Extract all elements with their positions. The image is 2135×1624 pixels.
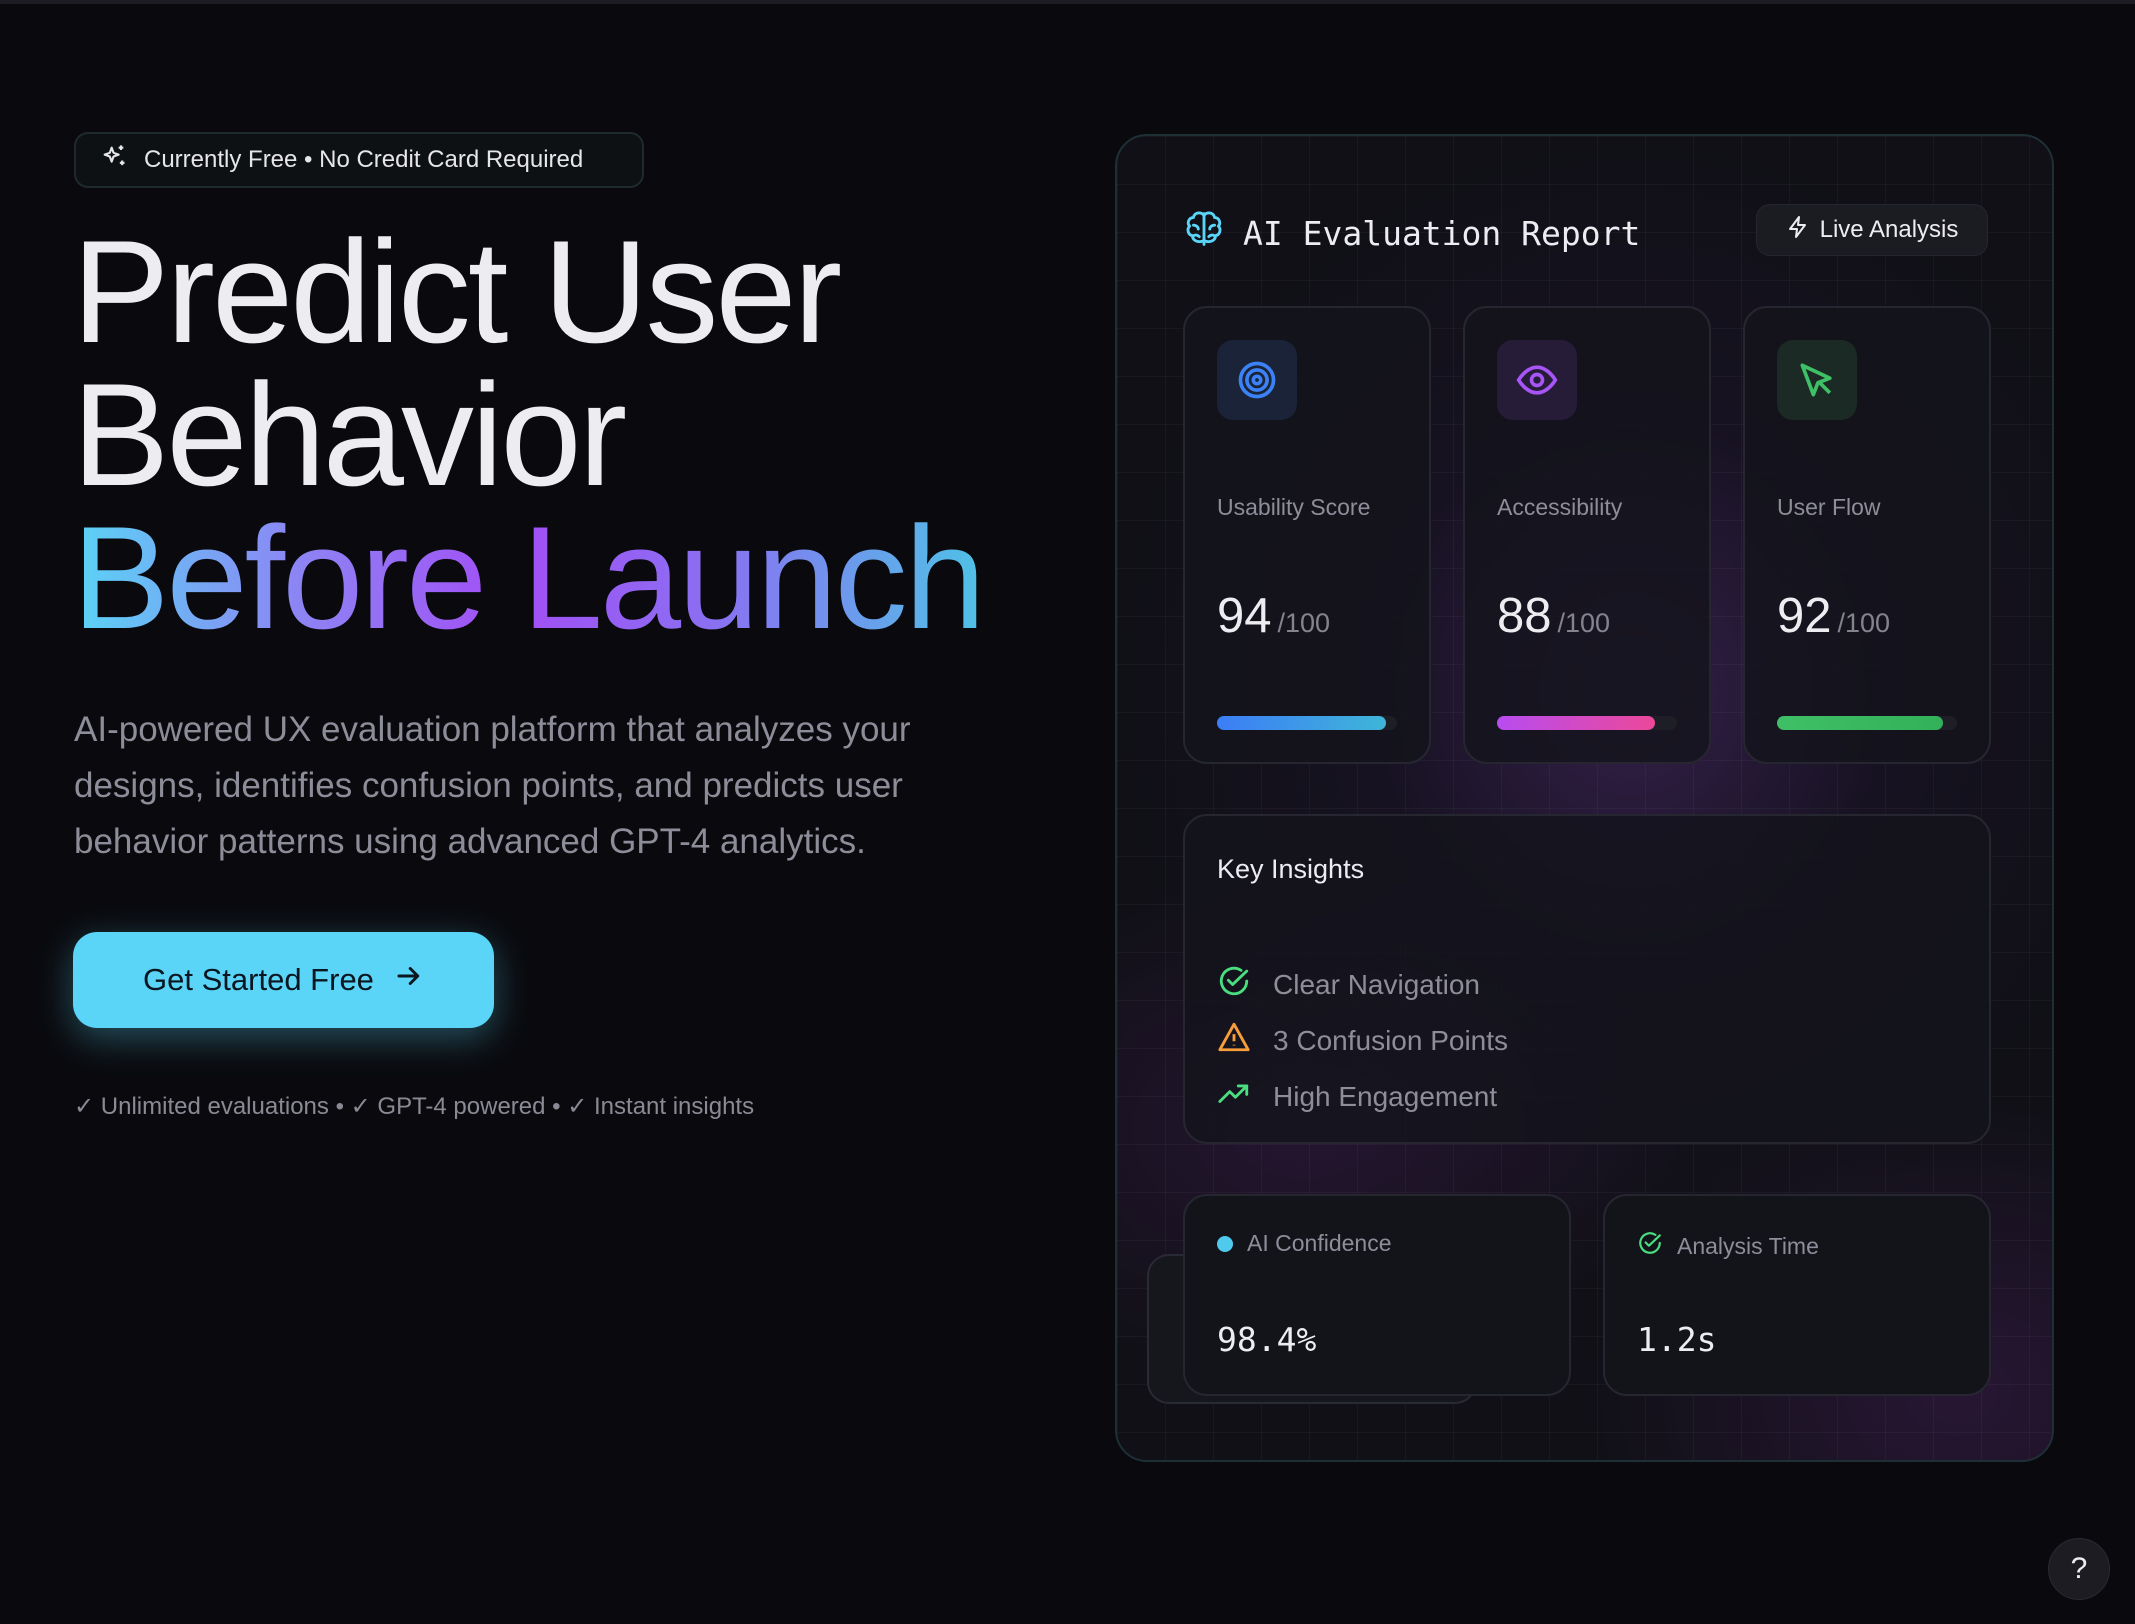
free-badge: Currently Free • No Credit Card Required	[74, 132, 644, 188]
metric-label: Usability Score	[1217, 494, 1371, 520]
accessibility-card: Accessibility 88/100	[1463, 306, 1711, 764]
insight-item: High Engagement	[1217, 1076, 1497, 1117]
metric-number: 92	[1777, 589, 1832, 643]
perks-list: ✓ Unlimited evaluations • ✓ GPT-4 powere…	[74, 1093, 755, 1120]
insight-item: Clear Navigation	[1217, 964, 1480, 1005]
progress-track	[1777, 716, 1957, 730]
headline-line-2: Behavior	[72, 353, 627, 516]
top-border	[0, 0, 2135, 4]
insight-label: High Engagement	[1273, 1080, 1498, 1112]
stat-label: AI Confidence	[1247, 1230, 1392, 1256]
metric-value: 92/100	[1777, 588, 1890, 644]
analysis-time-card: Analysis Time 1.2s	[1603, 1194, 1991, 1396]
insight-label: Clear Navigation	[1273, 968, 1480, 1000]
lightning-icon	[1786, 215, 1810, 246]
user-flow-progress-fill	[1777, 716, 1943, 730]
report-header: AI Evaluation Report	[1181, 206, 1640, 260]
warning-icon	[1217, 1020, 1251, 1061]
stat-label: Analysis Time	[1677, 1232, 1819, 1259]
usability-progress-fill	[1217, 716, 1387, 730]
badge-text: Currently Free • No Credit Card Required	[144, 146, 584, 173]
status-dot-icon	[1217, 1235, 1233, 1252]
target-icon	[1217, 340, 1297, 420]
hero-headline: Predict User Behavior Before Launch	[72, 219, 1072, 651]
check-circle-icon	[1217, 964, 1251, 1005]
eye-icon	[1497, 340, 1577, 420]
metric-label: User Flow	[1777, 494, 1881, 520]
hero-description: AI-powered UX evaluation platform that a…	[74, 710, 911, 861]
help-button[interactable]: ?	[2048, 1538, 2110, 1600]
user-flow-card: User Flow 92/100	[1743, 306, 1991, 764]
stat-value: 1.2s	[1637, 1320, 1717, 1359]
live-analysis-badge: Live Analysis	[1756, 204, 1988, 256]
insights-title: Key Insights	[1217, 854, 1365, 884]
cursor-icon	[1777, 340, 1857, 420]
metric-label: Accessibility	[1497, 494, 1623, 520]
insight-label: 3 Confusion Points	[1273, 1024, 1509, 1056]
usability-score-card: Usability Score 94/100	[1183, 306, 1431, 764]
accessibility-progress-fill	[1497, 716, 1656, 730]
insight-item: 3 Confusion Points	[1217, 1020, 1508, 1061]
check-circle-icon	[1637, 1230, 1663, 1262]
metric-max: /100	[1277, 608, 1331, 638]
headline-line-3: Before Launch	[72, 496, 986, 659]
stat-value: 98.4%	[1217, 1320, 1317, 1359]
metric-max: /100	[1557, 608, 1611, 638]
ai-confidence-card: AI Confidence 98.4%	[1183, 1194, 1571, 1396]
metric-value: 94/100	[1217, 588, 1330, 644]
metric-max: /100	[1837, 608, 1891, 638]
key-insights-card: Key Insights Clear Navigation 3 Confusio…	[1183, 814, 1991, 1144]
report-title: AI Evaluation Report	[1243, 213, 1641, 253]
evaluation-report-panel: AI Evaluation Report Live Analysis Usabi…	[1115, 134, 2054, 1462]
brain-icon	[1181, 206, 1227, 260]
get-started-label: Get Started Free	[143, 962, 374, 997]
arrow-right-icon	[394, 961, 424, 999]
metric-number: 94	[1217, 589, 1272, 643]
metric-number: 88	[1497, 589, 1552, 643]
headline-line-1: Predict User	[72, 210, 842, 373]
metric-value: 88/100	[1497, 588, 1610, 644]
trending-up-icon	[1217, 1076, 1251, 1117]
stat-header: AI Confidence	[1217, 1230, 1391, 1257]
get-started-button[interactable]: Get Started Free	[73, 932, 494, 1028]
progress-track	[1217, 716, 1397, 730]
sparkles-icon	[100, 143, 128, 178]
progress-track	[1497, 716, 1677, 730]
live-analysis-label: Live Analysis	[1819, 216, 1959, 243]
stat-header: Analysis Time	[1637, 1230, 1819, 1262]
